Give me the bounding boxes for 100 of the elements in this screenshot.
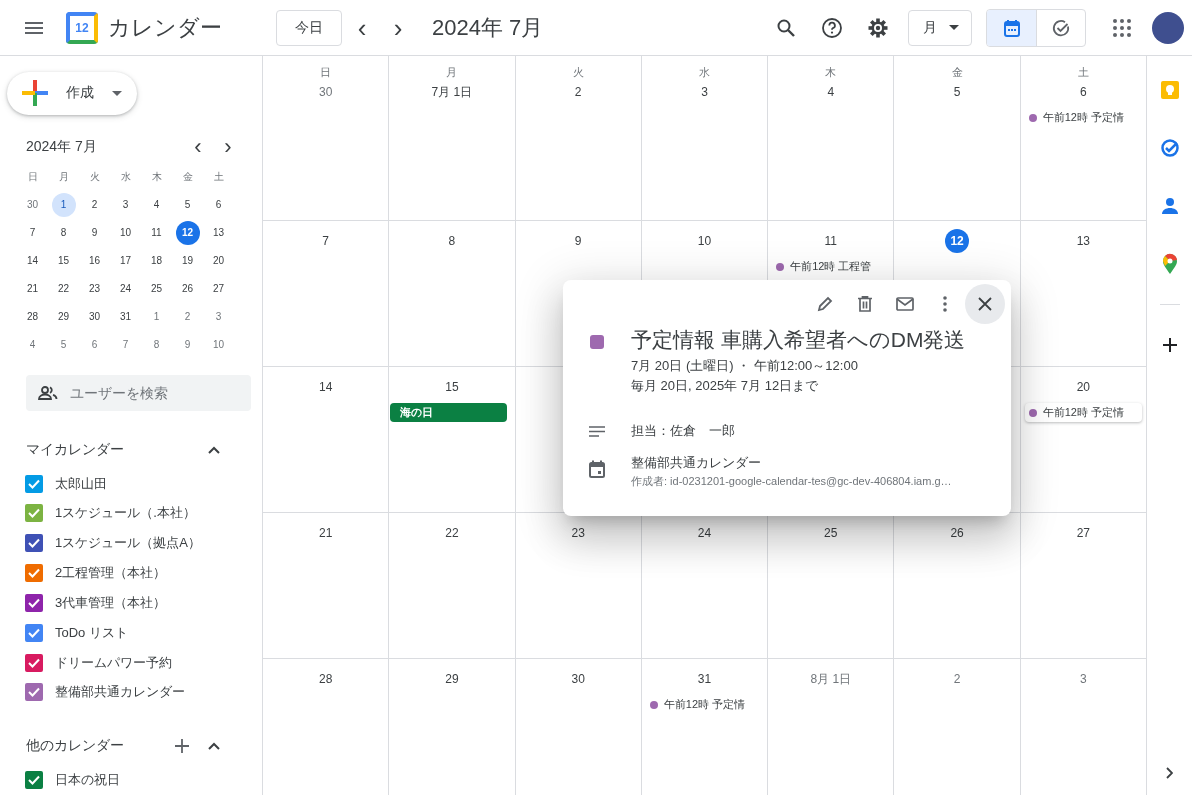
mini-calendar-day[interactable]: 22 <box>51 276 76 301</box>
mini-calendar-day[interactable]: 9 <box>82 220 107 245</box>
date-number[interactable]: 8 <box>439 229 464 253</box>
mini-calendar-day[interactable]: 19 <box>175 248 200 273</box>
mini-calendar-day[interactable]: 15 <box>51 248 76 273</box>
mini-calendar-day[interactable]: 10 <box>206 332 231 357</box>
date-number[interactable]: 22 <box>439 521 464 545</box>
mini-calendar-day[interactable]: 14 <box>20 248 45 273</box>
today-button[interactable]: 今日 <box>276 9 342 46</box>
date-number[interactable]: 20 <box>1071 375 1096 399</box>
date-number[interactable]: 30 <box>313 80 338 104</box>
date-number[interactable]: 3 <box>692 80 717 104</box>
mini-calendar-day[interactable]: 1 <box>51 192 76 217</box>
date-number[interactable]: 9 <box>566 229 591 253</box>
calendar-checkbox[interactable] <box>25 771 43 790</box>
date-number[interactable]: 7月 1日 <box>431 80 473 104</box>
mini-calendar-day[interactable]: 21 <box>20 276 45 301</box>
mini-calendar-day[interactable]: 13 <box>206 220 231 245</box>
date-number[interactable]: 4 <box>818 80 843 104</box>
date-number[interactable]: 3 <box>1071 667 1096 691</box>
mini-calendar-day[interactable]: 3 <box>113 192 138 217</box>
date-number[interactable]: 28 <box>313 667 338 691</box>
date-number[interactable]: 5 <box>945 80 970 104</box>
date-number[interactable]: 2 <box>566 80 591 104</box>
mini-calendar-day[interactable]: 30 <box>20 192 45 217</box>
calendar-view-toggle[interactable] <box>987 9 1036 46</box>
next-button[interactable]: › <box>382 11 414 44</box>
previous-month-button[interactable]: ‹ <box>186 134 210 159</box>
date-number[interactable]: 31 <box>692 667 717 691</box>
event-chip[interactable]: 午前12時 工程管 <box>772 257 890 276</box>
mini-calendar-day[interactable]: 30 <box>82 304 107 329</box>
date-number[interactable]: 12 <box>945 229 970 253</box>
date-number[interactable]: 6 <box>1071 80 1096 104</box>
date-number[interactable]: 15 <box>439 375 464 399</box>
mini-calendar-day[interactable]: 27 <box>206 276 231 301</box>
view-dropdown[interactable]: 月 <box>908 9 972 46</box>
date-number[interactable]: 7 <box>313 229 338 253</box>
mini-calendar-day[interactable]: 31 <box>113 304 138 329</box>
date-number[interactable]: 29 <box>439 667 464 691</box>
mini-calendar-day[interactable]: 5 <box>175 192 200 217</box>
calendar-checkbox[interactable] <box>25 564 43 583</box>
mini-calendar-day[interactable]: 4 <box>144 192 169 217</box>
mini-calendar-day[interactable]: 16 <box>82 248 107 273</box>
date-number[interactable]: 13 <box>1071 229 1096 253</box>
mini-calendar-day[interactable]: 29 <box>51 304 76 329</box>
next-month-button[interactable]: › <box>216 134 240 159</box>
mini-calendar-day[interactable]: 3 <box>206 304 231 329</box>
create-button[interactable]: 作成 <box>7 72 137 115</box>
calendar-checkbox[interactable] <box>25 593 43 612</box>
date-number[interactable]: 23 <box>566 521 591 545</box>
mini-calendar-day[interactable]: 2 <box>82 192 107 217</box>
mini-calendar-day[interactable]: 10 <box>113 220 138 245</box>
mini-calendar-day[interactable]: 7 <box>20 220 45 245</box>
mini-calendar-day[interactable]: 9 <box>175 332 200 357</box>
date-number[interactable]: 8月 1日 <box>810 667 852 691</box>
date-number[interactable]: 24 <box>692 521 717 545</box>
mini-calendar-day[interactable]: 4 <box>20 332 45 357</box>
date-number[interactable]: 11 <box>818 229 843 253</box>
event-chip[interactable]: 午前12時 予定情 <box>645 695 764 714</box>
mini-calendar-day[interactable]: 18 <box>144 248 169 273</box>
mini-calendar-day[interactable]: 28 <box>20 304 45 329</box>
close-button[interactable] <box>965 284 1005 324</box>
event-chip[interactable]: 午前12時 予定情 <box>1024 403 1142 422</box>
calendar-checkbox[interactable] <box>25 683 43 702</box>
date-number[interactable]: 26 <box>945 521 970 545</box>
mini-calendar-day[interactable]: 17 <box>113 248 138 273</box>
calendar-checkbox[interactable] <box>25 653 43 672</box>
date-number[interactable]: 21 <box>313 521 338 545</box>
all-day-event[interactable]: 海の日 <box>390 403 507 422</box>
mini-calendar-day[interactable]: 20 <box>206 248 231 273</box>
mini-calendar-day[interactable]: 26 <box>175 276 200 301</box>
calendar-checkbox[interactable] <box>25 504 43 523</box>
mini-calendar-day[interactable]: 8 <box>144 332 169 357</box>
mini-calendar-day[interactable]: 24 <box>113 276 138 301</box>
mini-calendar-day[interactable]: 8 <box>51 220 76 245</box>
date-number[interactable]: 27 <box>1071 521 1096 545</box>
user-search-field[interactable]: ユーザーを検索 <box>26 374 251 411</box>
mini-calendar-day[interactable]: 11 <box>144 220 169 245</box>
mini-calendar-day[interactable]: 25 <box>144 276 169 301</box>
date-number[interactable]: 14 <box>313 375 338 399</box>
calendar-checkbox[interactable] <box>25 623 43 642</box>
mini-calendar-day[interactable]: 2 <box>175 304 200 329</box>
mini-calendar-day[interactable]: 1 <box>144 304 169 329</box>
calendar-name: ドリームパワー予約 <box>55 653 172 672</box>
date-number[interactable]: 2 <box>945 667 970 691</box>
calendar-name: 2工程管理（本社） <box>55 564 167 583</box>
mini-calendar-day[interactable]: 6 <box>206 192 231 217</box>
previous-button[interactable]: ‹ <box>346 11 378 44</box>
mini-calendar-day[interactable]: 23 <box>82 276 107 301</box>
calendar-checkbox[interactable] <box>25 534 43 553</box>
mini-calendar-day[interactable]: 7 <box>113 332 138 357</box>
mini-calendar-day[interactable]: 6 <box>82 332 107 357</box>
mini-calendar-day[interactable]: 5 <box>51 332 76 357</box>
date-number[interactable]: 10 <box>692 229 717 253</box>
avatar[interactable] <box>1152 11 1184 44</box>
date-number[interactable]: 25 <box>818 521 843 545</box>
event-chip[interactable]: 午前12時 予定情 <box>1024 108 1142 127</box>
date-number[interactable]: 30 <box>566 667 591 691</box>
mini-calendar-day[interactable]: 12 <box>175 220 200 245</box>
calendar-checkbox[interactable] <box>25 474 43 493</box>
